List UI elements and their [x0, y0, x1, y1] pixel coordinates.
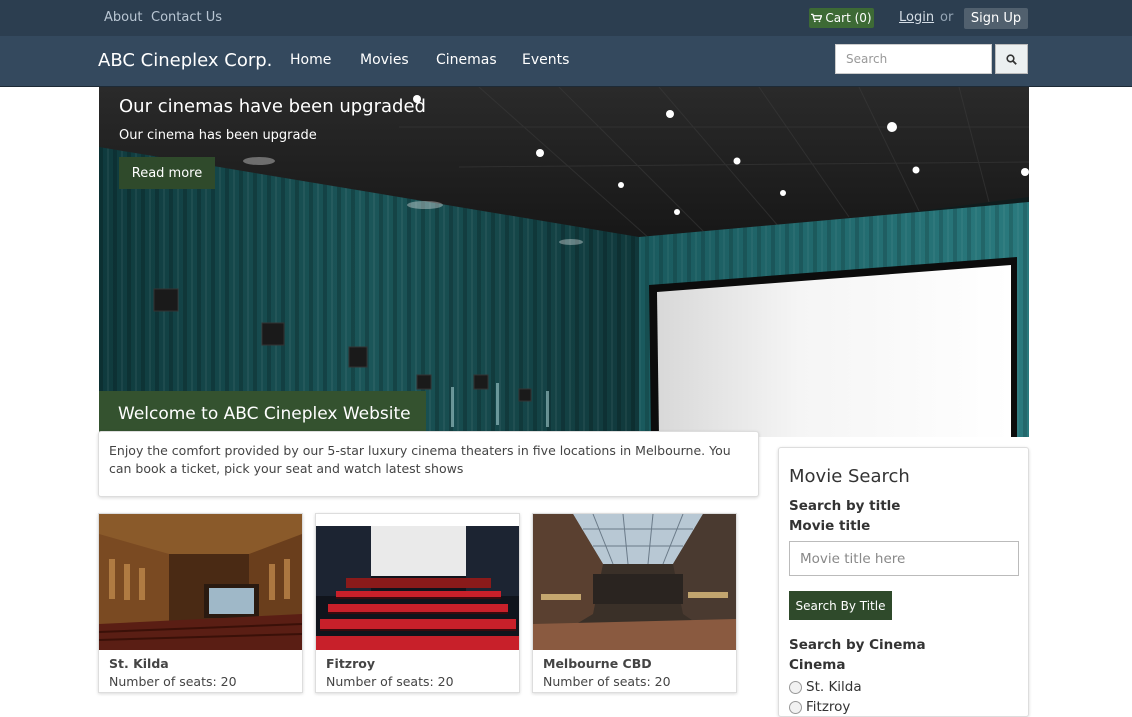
radio-label: St. Kilda	[806, 679, 862, 695]
or-separator: or	[940, 10, 954, 25]
intro-panel: Enjoy the comfort provided by our 5-star…	[98, 431, 759, 497]
movie-title-input[interactable]	[789, 541, 1019, 576]
nav-item-movies[interactable]: Movies	[360, 52, 409, 68]
cinema-seats: Number of seats: 20	[326, 674, 454, 689]
nav-item-cinemas[interactable]: Cinemas	[436, 52, 497, 68]
main-navbar: ABC Cineplex Corp. Home Movies Cinemas E…	[0, 36, 1132, 87]
cinema-seats: Number of seats: 20	[543, 674, 671, 689]
movie-title-label: Movie title	[789, 518, 871, 534]
cinema-photo-melbourne-cbd	[533, 514, 736, 650]
radio-button[interactable]	[789, 700, 802, 714]
cart-button[interactable]: Cart (0)	[809, 8, 874, 28]
read-more-button[interactable]: Read more	[119, 157, 215, 189]
cinema-label: Cinema	[789, 657, 846, 673]
top-utility-bar: About Contact Us Cart (0) Login or Sign …	[0, 0, 1132, 36]
movie-search-title: Movie Search	[789, 466, 910, 487]
nav-item-home[interactable]: Home	[290, 52, 331, 68]
radio-button[interactable]	[789, 680, 802, 694]
cinema-card-fitzroy[interactable]: Fitzroy Number of seats: 20	[315, 513, 520, 693]
cinema-card-st-kilda[interactable]: St. Kilda Number of seats: 20	[98, 513, 303, 693]
cinema-seats: Number of seats: 20	[109, 674, 237, 689]
cart-label: Cart (0)	[825, 11, 872, 25]
hero-subtitle: Our cinema has been upgrade	[119, 128, 317, 143]
login-link[interactable]: Login	[899, 10, 934, 25]
cinema-card-melbourne-cbd[interactable]: Melbourne CBD Number of seats: 20	[532, 513, 737, 693]
search-by-title-heading: Search by title	[789, 498, 901, 514]
contact-us-link[interactable]: Contact Us	[151, 10, 222, 25]
nav-search-button[interactable]	[995, 44, 1028, 74]
cinema-photo-fitzroy	[316, 526, 519, 650]
cinema-name: St. Kilda	[109, 656, 169, 671]
nav-search-input[interactable]	[835, 44, 992, 74]
cart-icon	[811, 13, 823, 23]
radio-label: Fitzroy	[806, 699, 851, 715]
cinema-radio-fitzroy[interactable]: Fitzroy	[789, 699, 850, 715]
cinema-name: Melbourne CBD	[543, 656, 652, 671]
brand-logo-text[interactable]: ABC Cineplex Corp.	[98, 50, 272, 71]
cinema-name: Fitzroy	[326, 656, 375, 671]
movie-search-panel: Movie Search Search by title Movie title…	[778, 447, 1029, 717]
search-by-cinema-heading: Search by Cinema	[789, 637, 926, 653]
hero-banner: Our cinemas have been upgraded Our cinem…	[99, 87, 1029, 437]
intro-text: Enjoy the comfort provided by our 5-star…	[109, 443, 731, 476]
about-link[interactable]: About	[104, 10, 142, 25]
signup-button[interactable]: Sign Up	[964, 8, 1028, 29]
cinema-photo-st-kilda	[99, 514, 302, 650]
cinema-radio-st-kilda[interactable]: St. Kilda	[789, 679, 862, 695]
hero-title: Our cinemas have been upgraded	[119, 96, 426, 117]
search-by-title-button[interactable]: Search By Title	[789, 591, 892, 620]
search-icon	[1006, 53, 1017, 65]
nav-item-events[interactable]: Events	[522, 52, 569, 68]
